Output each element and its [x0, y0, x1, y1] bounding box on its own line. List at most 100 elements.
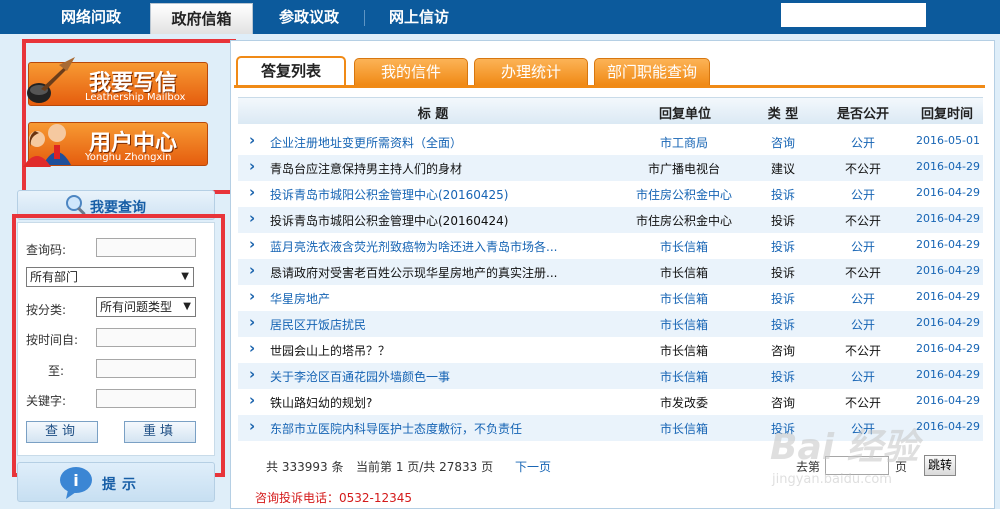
- table-row[interactable]: › 华星房地产 市长信箱 投诉 公开 2016-04-29: [238, 285, 983, 311]
- row-type: 咨询: [770, 396, 795, 410]
- row-type: 投诉: [770, 266, 795, 280]
- chevron-right-icon: ›: [249, 157, 256, 175]
- tab-underline: [234, 85, 985, 88]
- chevron-right-icon: ›: [249, 261, 256, 279]
- row-type: 咨询: [770, 344, 795, 358]
- row-public-status: 公开: [850, 240, 875, 254]
- table-header: 标 题 回复单位 类 型 是否公开 回复时间: [238, 97, 983, 124]
- write-letter-subtitle: Leathership Mailbox: [85, 92, 186, 103]
- chevron-right-icon: ›: [249, 183, 256, 201]
- row-reply-unit: 市住房公积金中心: [635, 214, 732, 228]
- row-reply-unit: 市住房公积金中心: [635, 188, 732, 202]
- row-reply-date: 2016-04-29: [916, 316, 980, 329]
- nav-tab-online-inquiry[interactable]: 网络问政: [40, 0, 142, 34]
- row-reply-date: 2016-04-29: [916, 238, 980, 251]
- row-reply-unit: 市长信箱: [659, 344, 708, 358]
- table-row[interactable]: › 投诉青岛市城阳公积金管理中心(20160424) 市住房公积金中心 投诉 不公开 20…: [238, 207, 983, 233]
- row-type: 投诉: [770, 318, 795, 332]
- table-row[interactable]: › 铁山路妇幼的规划? 市发改委 咨询 不公开 2016-04-29: [238, 389, 983, 415]
- row-reply-unit: 市长信箱: [659, 318, 708, 332]
- svg-text:i: i: [73, 471, 78, 490]
- row-reply-date: 2016-04-29: [916, 160, 980, 173]
- next-page-link[interactable]: 下一页: [515, 458, 551, 475]
- table-row[interactable]: › 企业注册地址变更所需资料（全面） 市工商局 咨询 公开 2016-05-01: [238, 129, 983, 155]
- table-row[interactable]: › 居民区开饭店扰民 市长信箱 投诉 公开 2016-04-29: [238, 311, 983, 337]
- table-row[interactable]: › 投诉青岛市城阳公积金管理中心(20160425) 市住房公积金中心 投诉 公开 201…: [238, 181, 983, 207]
- chevron-right-icon: ›: [249, 365, 256, 383]
- table-row[interactable]: › 蓝月亮洗衣液含荧光剂致癌物为啥还进入青岛市场各... 市长信箱 投诉 公开 2016-…: [238, 233, 983, 259]
- quill-pen-icon: [27, 57, 75, 103]
- row-reply-unit: 市广播电视台: [647, 162, 720, 176]
- row-type: 投诉: [770, 292, 795, 306]
- row-reply-unit: 市长信箱: [659, 240, 708, 254]
- row-title-link[interactable]: 投诉青岛市城阳公积金管理中心(20160424): [270, 212, 508, 229]
- column-public: 是否公开: [836, 107, 889, 122]
- nav-divider: [364, 10, 365, 26]
- hotline-text: 咨询投诉电话：0532-12345: [255, 491, 413, 505]
- nav-tab-online-petition[interactable]: 网上信访: [367, 0, 471, 34]
- nav-tab-participation[interactable]: 参政议政: [258, 0, 360, 34]
- row-reply-unit: 市长信箱: [659, 370, 708, 384]
- nav-tab-government-mailbox[interactable]: 政府信箱: [150, 3, 253, 34]
- chevron-right-icon: ›: [249, 313, 256, 331]
- row-title-link[interactable]: 华星房地产: [270, 290, 330, 307]
- table-row[interactable]: › 青岛台应注意保持男主持人们的身材 市广播电视台 建议 不公开 2016-04-29: [238, 155, 983, 181]
- tab-my-letters[interactable]: 我的信件: [354, 58, 468, 86]
- pager-current: 当前第 1 页/共 27833 页: [356, 460, 494, 474]
- row-reply-date: 2016-05-01: [916, 134, 980, 147]
- row-reply-date: 2016-04-29: [916, 342, 980, 355]
- chevron-right-icon: ›: [249, 287, 256, 305]
- row-type: 投诉: [770, 240, 795, 254]
- chevron-right-icon: ›: [249, 391, 256, 409]
- baidu-watermark: Bai 经验 jingyan.baidu.com: [770, 418, 950, 508]
- row-title-link[interactable]: 东部市立医院内科导医护士态度敷衍，不负责任: [270, 420, 522, 437]
- chevron-right-icon: ›: [249, 235, 256, 253]
- row-public-status: 不公开: [844, 266, 881, 280]
- row-reply-unit: 市长信箱: [659, 422, 708, 436]
- tab-handling-stats[interactable]: 办理统计: [474, 58, 588, 86]
- chevron-right-icon: ›: [249, 209, 256, 227]
- tip-header: i 提示: [17, 462, 215, 502]
- row-title-link[interactable]: 世园会山上的塔吊？？: [270, 342, 390, 359]
- row-reply-date: 2016-04-29: [916, 212, 980, 225]
- pager-total: 共 333993 条: [266, 460, 344, 474]
- row-reply-date: 2016-04-29: [916, 394, 980, 407]
- row-title-link[interactable]: 投诉青岛市城阳公积金管理中心(20160425): [270, 186, 508, 203]
- row-title-link[interactable]: 恳请政府对受害老百姓公示现华星房地产的真实注册...: [270, 264, 557, 281]
- row-type: 建议: [770, 162, 795, 176]
- row-title-link[interactable]: 关于李沧区百通花园外墙颜色一事: [270, 368, 450, 385]
- row-title-link[interactable]: 青岛台应注意保持男主持人们的身材: [270, 160, 462, 177]
- column-unit: 回复单位: [658, 107, 711, 122]
- row-public-status: 公开: [850, 292, 875, 306]
- tab-reply-list[interactable]: 答复列表: [236, 56, 346, 86]
- row-title-link[interactable]: 企业注册地址变更所需资料（全面）: [270, 134, 462, 151]
- watermark-url: jingyan.baidu.com: [772, 472, 892, 487]
- row-public-status: 不公开: [844, 214, 881, 228]
- row-public-status: 公开: [850, 370, 875, 384]
- row-title-link[interactable]: 铁山路妇幼的规划?: [270, 394, 372, 411]
- row-reply-unit: 市发改委: [659, 396, 708, 410]
- table-row[interactable]: › 恳请政府对受害老百姓公示现华星房地产的真实注册... 市长信箱 投诉 不公开 2016…: [238, 259, 983, 285]
- row-type: 投诉: [770, 370, 795, 384]
- chevron-right-icon: ›: [249, 417, 256, 435]
- row-public-status: 公开: [850, 188, 875, 202]
- user-center-subtitle: Yonghu Zhongxin: [85, 152, 172, 163]
- row-title-link[interactable]: 蓝月亮洗衣液含荧光剂致癌物为啥还进入青岛市场各...: [270, 238, 557, 255]
- top-search-input[interactable]: [781, 3, 926, 27]
- tab-department-functions[interactable]: 部门职能查询: [594, 58, 710, 86]
- chevron-right-icon: ›: [249, 339, 256, 357]
- write-letter-button[interactable]: 我要写信 Leathership Mailbox: [27, 57, 208, 106]
- row-public-status: 不公开: [844, 396, 881, 410]
- top-nav: 网络问政 政府信箱 参政议政 网上信访: [0, 0, 1000, 34]
- row-reply-date: 2016-04-29: [916, 290, 980, 303]
- column-date: 回复时间: [920, 107, 973, 122]
- table-row[interactable]: › 世园会山上的塔吊？？ 市长信箱 咨询 不公开 2016-04-29: [238, 337, 983, 363]
- table-row[interactable]: › 关于李沧区百通花园外墙颜色一事 市长信箱 投诉 公开 2016-04-29: [238, 363, 983, 389]
- row-public-status: 不公开: [844, 344, 881, 358]
- row-type: 投诉: [770, 188, 795, 202]
- row-title-link[interactable]: 居民区开饭店扰民: [270, 316, 366, 333]
- row-public-status: 不公开: [844, 162, 881, 176]
- row-reply-date: 2016-04-29: [916, 264, 980, 277]
- speech-bubble-icon: i: [60, 467, 92, 499]
- user-center-button[interactable]: 用户中心 Yonghu Zhongxin: [23, 122, 208, 167]
